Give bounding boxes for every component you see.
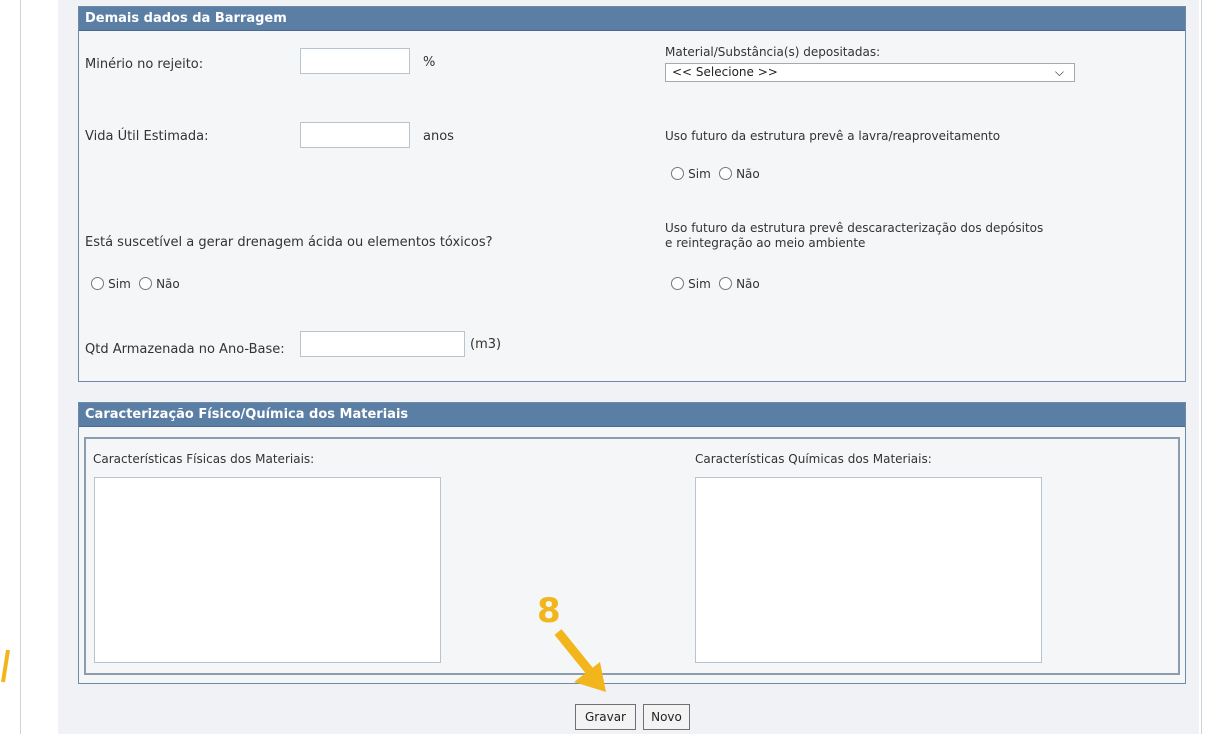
vida-util-label: Vida Útil Estimada:	[85, 129, 209, 144]
qtd-armazenada-label: Qtd Armazenada no Ano-Base:	[85, 342, 285, 357]
step-number-annotation: 8	[537, 591, 561, 631]
drenagem-nao-label: Não	[156, 277, 180, 291]
right-border-line	[1201, 0, 1202, 734]
caracterizacao-panel: Caracterização Físico/Química dos Materi…	[78, 402, 1186, 684]
quimicas-textarea[interactable]	[695, 477, 1042, 663]
uso-desc-nao-radio[interactable]	[718, 277, 732, 290]
vida-util-unit: anos	[423, 129, 454, 144]
drenagem-sim-label: Sim	[108, 277, 131, 291]
material-select[interactable]: << Selecione >> ⌵	[665, 63, 1075, 82]
uso-desc-nao-label: Não	[736, 277, 760, 291]
fisicas-textarea[interactable]	[94, 477, 441, 663]
drenagem-sim-radio[interactable]	[91, 277, 104, 290]
uso-desc-radio-group: Sim Não	[671, 277, 764, 292]
minerio-unit: %	[423, 55, 436, 70]
caracterizacao-inner-box: Características Físicas dos Materiais: C…	[84, 437, 1180, 675]
uso-desc-sim-label: Sim	[688, 277, 711, 291]
qtd-armazenada-input[interactable]	[300, 331, 465, 357]
minerio-label: Minério no rejeito:	[85, 57, 204, 72]
uso-lavra-label: Uso futuro da estrutura prevê a lavra/re…	[665, 129, 1001, 143]
uso-lavra-nao-label: Não	[736, 167, 760, 181]
left-border-line	[20, 0, 21, 734]
uso-desc-sim-radio[interactable]	[671, 277, 684, 290]
material-label: Material/Substância(s) depositadas:	[665, 45, 881, 59]
partial-arrow-mark	[1, 649, 10, 683]
drenagem-nao-radio[interactable]	[138, 277, 152, 290]
demais-dados-panel: Demais dados da Barragem Minério no reje…	[78, 6, 1186, 382]
drenagem-label: Está suscetível a gerar drenagem ácida o…	[85, 235, 493, 250]
uso-lavra-sim-label: Sim	[688, 167, 711, 181]
drenagem-radio-group: Sim Não	[91, 277, 184, 292]
fisicas-label: Características Físicas dos Materiais:	[93, 452, 315, 466]
quimicas-label: Características Químicas dos Materiais:	[695, 452, 932, 466]
vida-util-input[interactable]	[300, 122, 410, 148]
qtd-armazenada-unit: (m3)	[470, 337, 502, 352]
uso-lavra-radio-group: Sim Não	[671, 167, 764, 182]
caracterizacao-header: Caracterização Físico/Química dos Materi…	[79, 403, 1185, 427]
uso-descaracterizacao-label-2: e reintegração ao meio ambiente	[665, 236, 866, 250]
uso-lavra-sim-radio[interactable]	[671, 167, 684, 180]
material-select-value: << Selecione >>	[672, 65, 778, 79]
gravar-button[interactable]: Gravar	[575, 704, 636, 730]
annotation-arrow-icon	[554, 629, 606, 692]
uso-descaracterizacao-label-1: Uso futuro da estrutura prevê descaracte…	[665, 221, 1044, 235]
novo-button[interactable]: Novo	[643, 704, 690, 730]
uso-lavra-nao-radio[interactable]	[718, 167, 732, 180]
chevron-down-icon: ⌵	[1054, 65, 1064, 79]
minerio-input[interactable]	[300, 48, 410, 74]
demais-dados-header: Demais dados da Barragem	[79, 7, 1185, 31]
